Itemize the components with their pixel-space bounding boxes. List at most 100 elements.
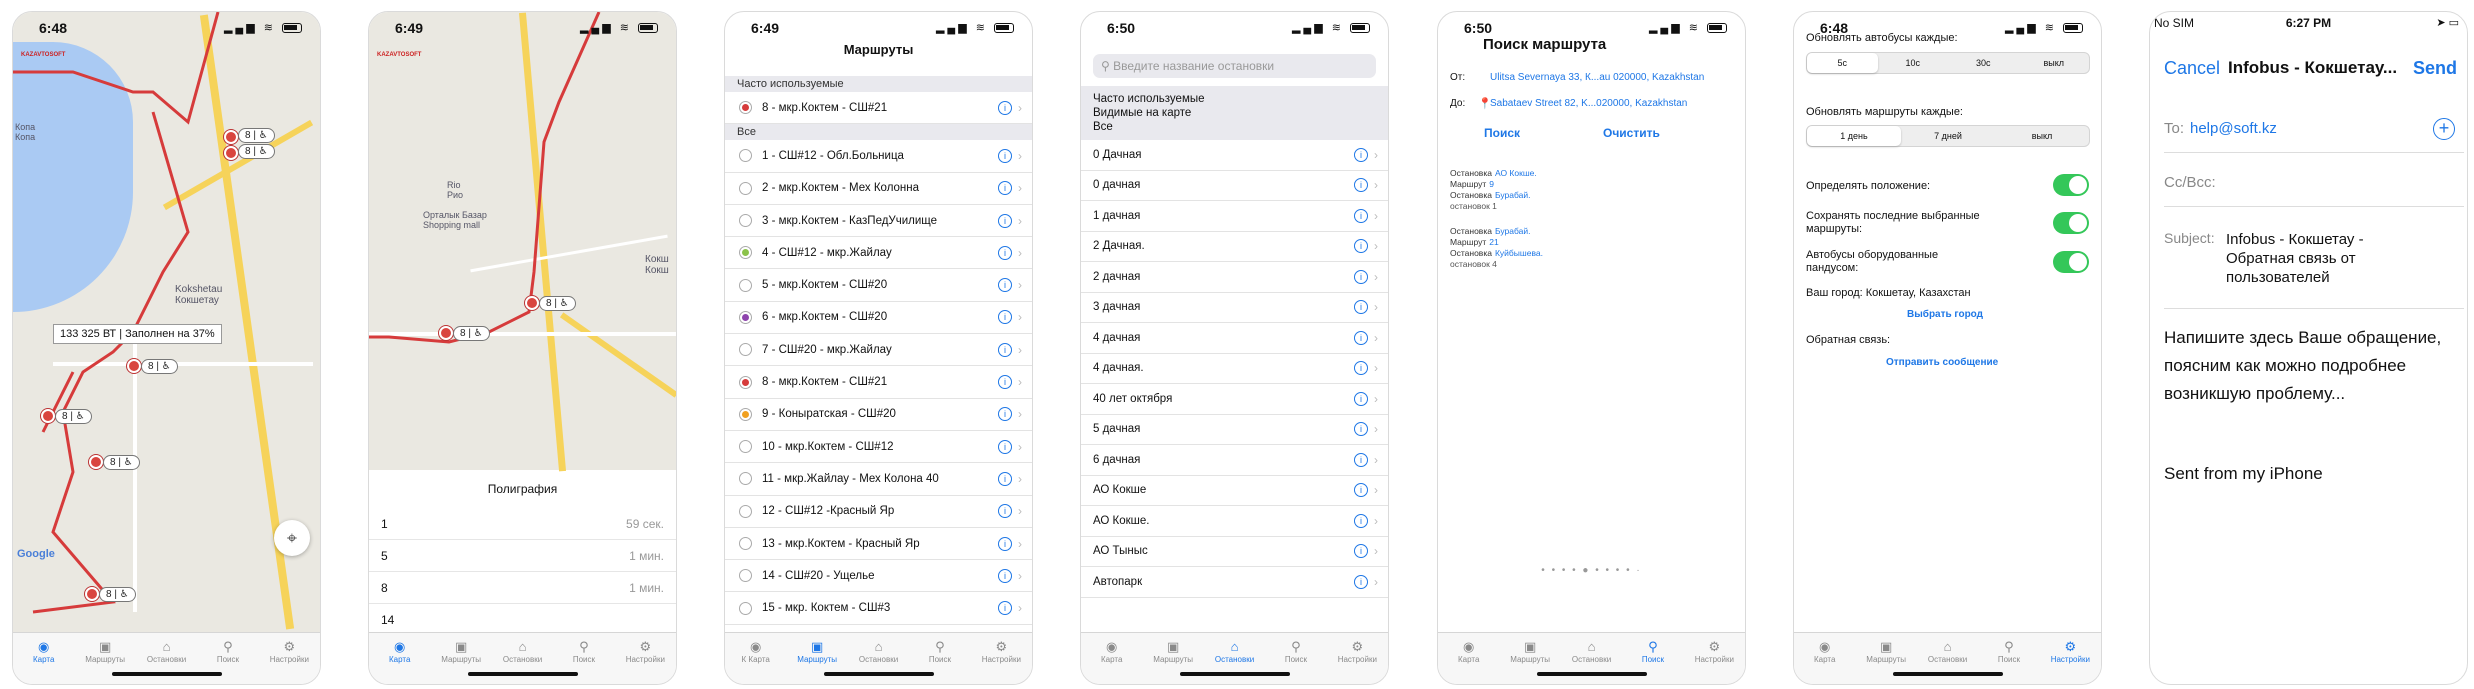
route-row[interactable]: 12 - СШ#12 -Красный Яр i › xyxy=(725,496,1032,528)
tab-settings[interactable]: ⚙ Настройки xyxy=(2040,633,2101,684)
stop-row[interactable]: 40 лет октября i › xyxy=(1081,384,1388,415)
seg-off[interactable]: выкл xyxy=(2019,53,2090,73)
info-icon[interactable]: i xyxy=(998,504,1012,519)
stop-row[interactable]: 5 дачная i › xyxy=(1081,415,1388,445)
tab-stops[interactable]: ⌂ Остановки xyxy=(1204,633,1265,684)
tab-stops[interactable]: ⌂ Остановки xyxy=(1561,633,1622,684)
route-color-dot[interactable] xyxy=(739,101,752,115)
bus-pin[interactable] xyxy=(89,455,103,469)
route-color-dot[interactable] xyxy=(739,246,752,260)
bus-label[interactable]: 8 | ♿ xyxy=(238,128,275,143)
my-location-button[interactable]: ⌖ xyxy=(274,520,310,556)
filter-frequent[interactable]: Часто используемые xyxy=(1093,92,1376,106)
subject-field[interactable]: Infobus - Кокшетау - Обратная связь от п… xyxy=(2226,230,2376,287)
route-row[interactable]: 11 - мкр.Жайлау - Мех Колона 40 i › xyxy=(725,463,1032,496)
tab-routes[interactable]: ▣ Маршруты xyxy=(786,633,847,684)
route-result[interactable]: Остановка Бурабай. Маршрут 21 Остановка Куйбы… xyxy=(1450,226,1730,270)
bus-label[interactable]: 8 | ♿ xyxy=(99,587,136,602)
arrival-row[interactable]: 8 1 мин. xyxy=(369,572,676,604)
search-button[interactable]: Поиск xyxy=(1484,126,1520,140)
stop-row[interactable]: Автопарк i › xyxy=(1081,567,1388,598)
info-icon[interactable]: i xyxy=(998,407,1012,422)
ramp-toggle[interactable] xyxy=(2053,251,2089,273)
add-contact-icon[interactable]: + xyxy=(2433,118,2455,140)
route-result[interactable]: Остановка АО Кокше. Маршрут 9 Остановка Бураб… xyxy=(1450,168,1730,212)
route-row[interactable]: 1 - СШ#12 - Обл.Больница i › xyxy=(725,140,1032,173)
route-color-dot[interactable] xyxy=(739,214,752,228)
bus-pin[interactable] xyxy=(439,326,453,340)
tab-search[interactable]: ⚲ Поиск xyxy=(1978,633,2039,684)
tab-map[interactable]: ◉ Карта xyxy=(1438,633,1499,684)
route-row[interactable]: 9 - Коныратская - СШ#20 i › xyxy=(725,399,1032,431)
info-icon[interactable]: i xyxy=(1354,239,1368,254)
info-icon[interactable]: i xyxy=(1354,513,1368,528)
tab-stops[interactable]: ⌂ Остановки xyxy=(492,633,553,684)
info-icon[interactable]: i xyxy=(998,375,1012,390)
info-icon[interactable]: i xyxy=(1354,422,1368,437)
route-color-dot[interactable] xyxy=(739,504,752,518)
info-icon[interactable]: i xyxy=(998,536,1012,551)
bus-label[interactable]: 8 | ♿ xyxy=(453,326,490,341)
route-color-dot[interactable] xyxy=(739,181,752,195)
info-icon[interactable]: i xyxy=(1354,330,1368,345)
arrival-row[interactable]: 5 1 мин. xyxy=(369,540,676,572)
seg-10s[interactable]: 10с xyxy=(1878,53,1949,73)
route-row[interactable]: 13 - мкр.Коктем - Красный Яр i › xyxy=(725,528,1032,561)
route-row[interactable]: 4 - СШ#12 - мкр.Жайлау i › xyxy=(725,237,1032,270)
tab-map[interactable]: ◉ Карта xyxy=(13,633,74,684)
tab-map[interactable]: ◉ К Карта xyxy=(725,633,786,684)
bus-label[interactable]: 8 | ♿ xyxy=(238,144,275,159)
route-color-dot[interactable] xyxy=(739,472,752,486)
info-icon[interactable]: i xyxy=(998,148,1012,163)
route-row[interactable]: 8 - мкр.Коктем - СШ#21 i › xyxy=(725,92,1032,125)
info-icon[interactable]: i xyxy=(998,278,1012,293)
bus-label[interactable]: 8 | ♿ xyxy=(103,455,140,470)
seg-5s[interactable]: 5с xyxy=(1807,53,1878,73)
arrival-row[interactable]: 1 59 сек. xyxy=(369,508,676,540)
route-color-dot[interactable] xyxy=(739,375,752,389)
route-color-dot[interactable] xyxy=(739,278,752,292)
stop-row[interactable]: АО Кокше. i › xyxy=(1081,506,1388,537)
route-row[interactable]: 15 - мкр. Коктем - СШ#3 i › xyxy=(725,592,1032,625)
tab-search[interactable]: ⚲ Поиск xyxy=(1622,633,1683,684)
tab-routes[interactable]: ▣ Маршруты xyxy=(1855,633,1916,684)
seg-30s[interactable]: 30с xyxy=(1948,53,2019,73)
tab-settings[interactable]: ⚙ Настройки xyxy=(1684,633,1745,684)
tab-search[interactable]: ⚲ Поиск xyxy=(909,633,970,684)
stop-row[interactable]: 2 Дачная. i › xyxy=(1081,232,1388,262)
tab-stops[interactable]: ⌂ Остановки xyxy=(136,633,197,684)
tab-search[interactable]: ⚲ Поиск xyxy=(197,633,258,684)
bus-label[interactable]: 8 | ♿ xyxy=(55,409,92,424)
route-color-dot[interactable] xyxy=(739,310,752,324)
tab-routes[interactable]: ▣ Маршруты xyxy=(430,633,491,684)
location-toggle[interactable] xyxy=(2053,174,2089,196)
info-icon[interactable]: i xyxy=(1354,391,1368,406)
route-row[interactable]: 3 - мкр.Коктем - КазПедУчилище i › xyxy=(725,205,1032,238)
tab-stops[interactable]: ⌂ Остановки xyxy=(1917,633,1978,684)
tab-map[interactable]: ◉ Карта xyxy=(1794,633,1855,684)
info-icon[interactable]: i xyxy=(998,181,1012,196)
cc-bcc-field[interactable]: Cc/Bcc: xyxy=(2164,174,2216,191)
route-color-dot[interactable] xyxy=(739,569,752,583)
bus-pin[interactable] xyxy=(224,146,238,160)
info-icon[interactable]: i xyxy=(1354,574,1368,589)
info-icon[interactable]: i xyxy=(1354,483,1368,498)
route-row[interactable]: 5 - мкр.Коктем - СШ#20 i › xyxy=(725,269,1032,302)
stop-search-input[interactable]: ⚲ Введите название остановки xyxy=(1093,54,1376,78)
info-icon[interactable]: i xyxy=(998,310,1012,325)
clear-button[interactable]: Очистить xyxy=(1603,126,1660,140)
map-view[interactable]: KAZAVTOSOFT Копа Копа Kokshetau Кокшетау… xyxy=(13,12,320,632)
route-row[interactable]: 2 - мкр.Коктем - Мех Колонна i › xyxy=(725,173,1032,205)
stop-row[interactable]: 4 дачная. i › xyxy=(1081,354,1388,384)
info-icon[interactable]: i xyxy=(1354,178,1368,193)
stop-row[interactable]: 6 дачная i › xyxy=(1081,445,1388,476)
seg-7days[interactable]: 7 дней xyxy=(1901,126,1995,146)
send-button[interactable]: Send xyxy=(2413,58,2457,79)
to-field[interactable]: Sabataev Street 82, K...020000, Kazakhst… xyxy=(1490,98,1687,109)
stop-row[interactable]: 4 дачная i › xyxy=(1081,323,1388,354)
info-icon[interactable]: i xyxy=(998,568,1012,583)
route-color-dot[interactable] xyxy=(739,601,752,615)
info-icon[interactable]: i xyxy=(1354,147,1368,162)
route-row[interactable]: 6 - мкр.Коктем - СШ#20 i › xyxy=(725,302,1032,335)
info-icon[interactable]: i xyxy=(998,213,1012,228)
